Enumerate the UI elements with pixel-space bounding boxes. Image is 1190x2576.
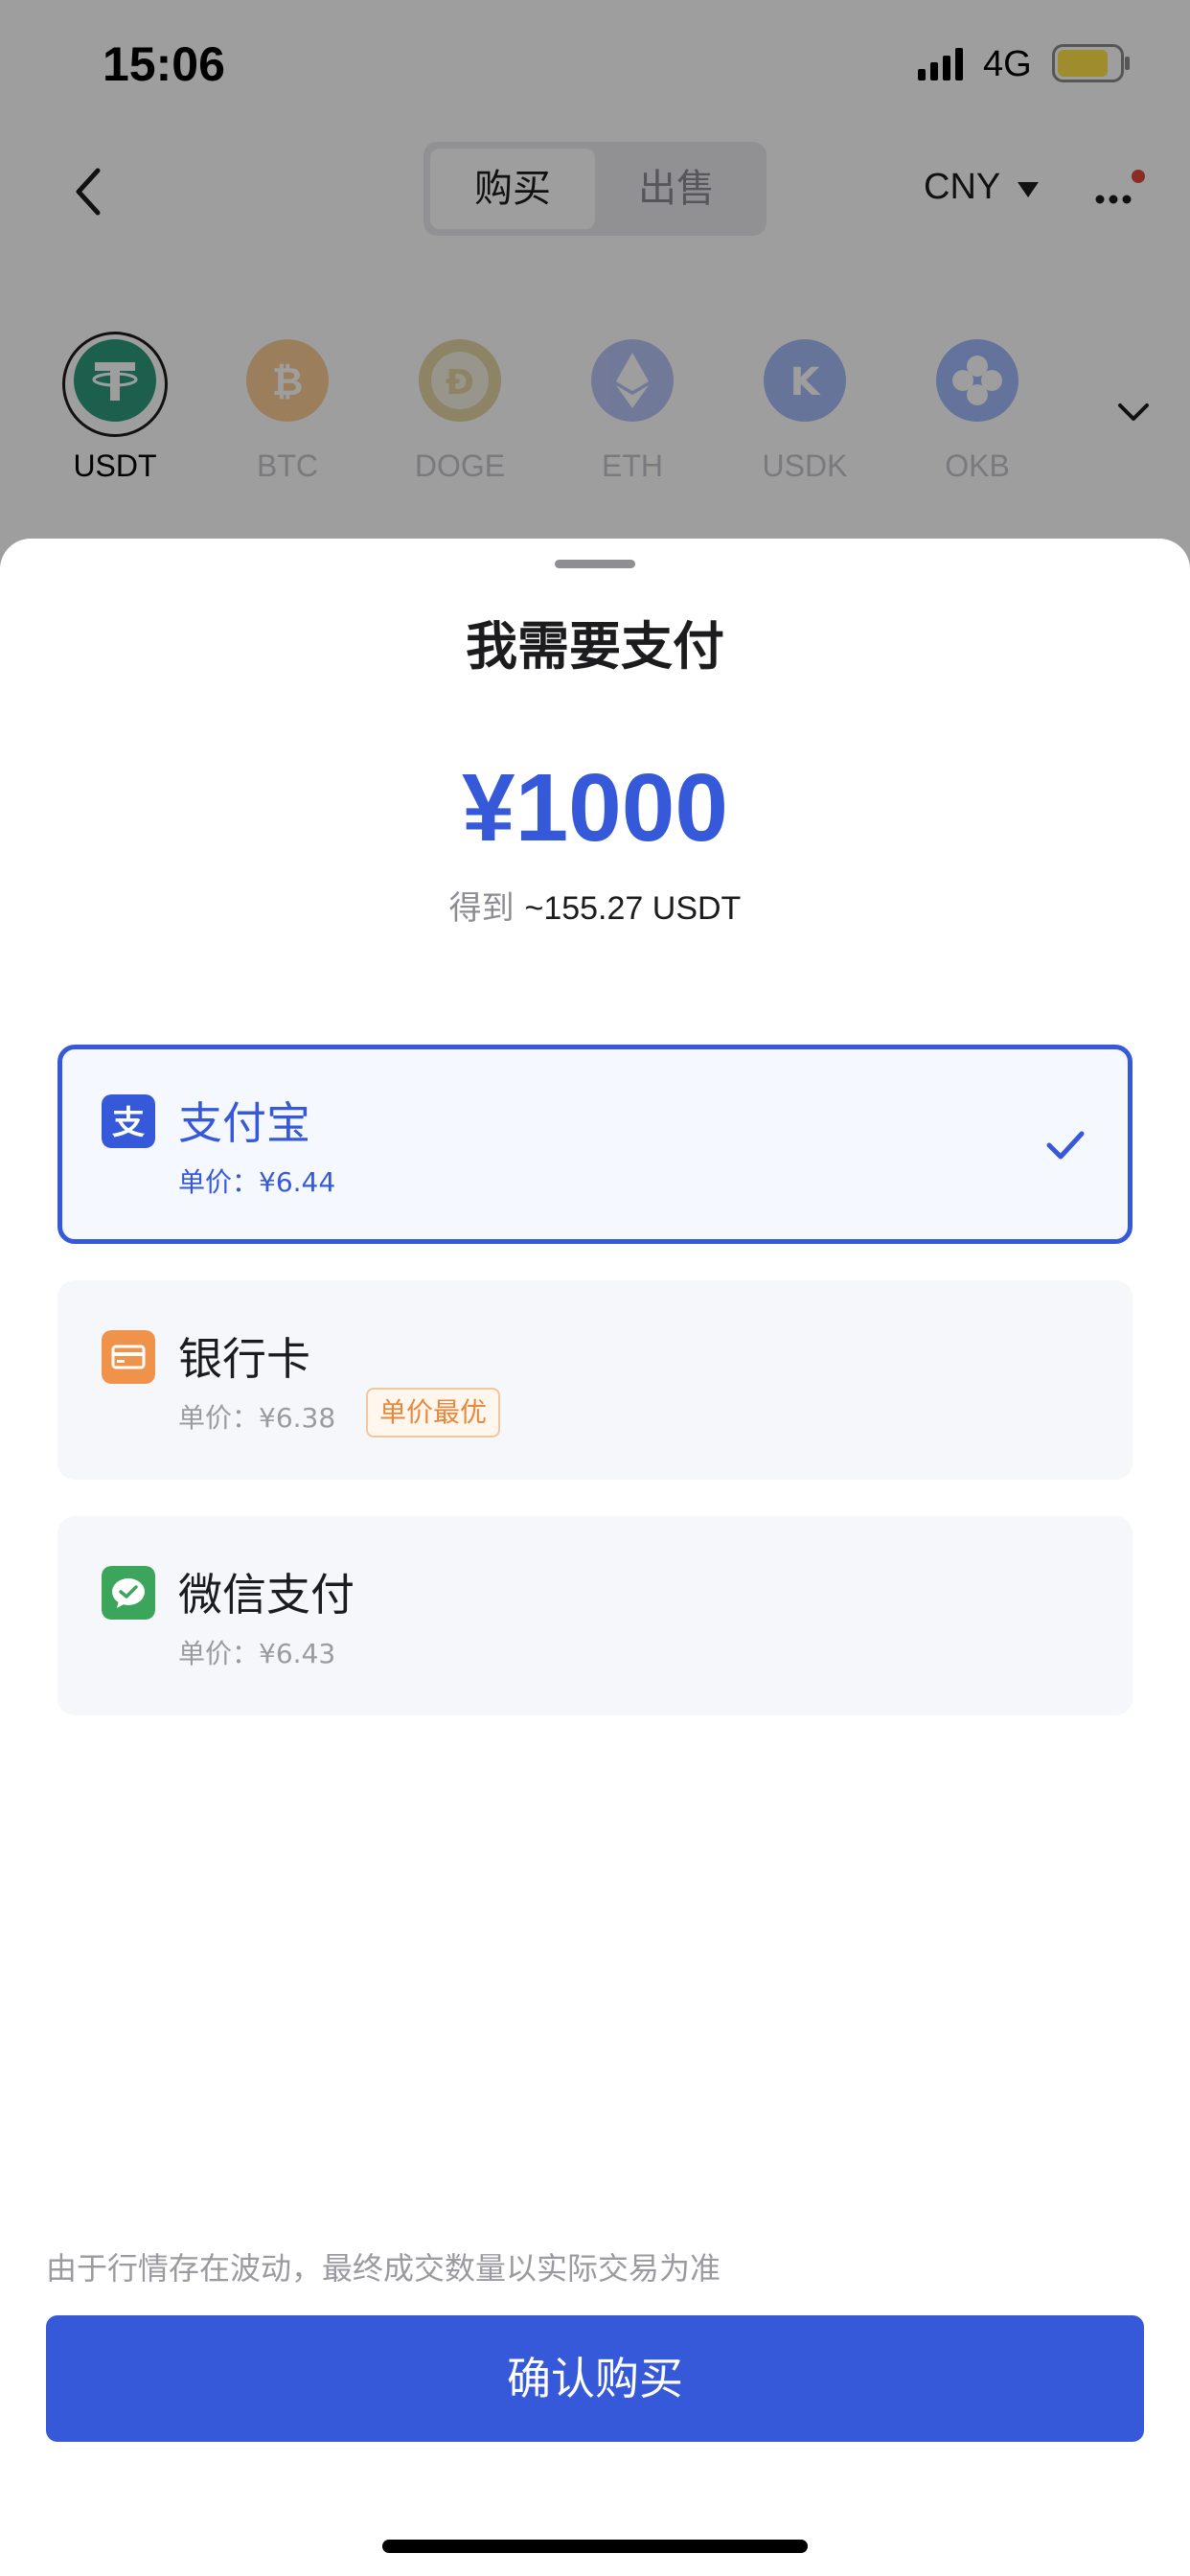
pay-amount: ¥1000 bbox=[461, 754, 729, 862]
payment-option-bank-card[interactable]: 银行卡 单价：¥6.38 单价最优 bbox=[57, 1280, 1133, 1480]
confirm-purchase-button[interactable]: 确认购买 bbox=[46, 2315, 1144, 2442]
receive-value: ~155.27 USDT bbox=[524, 890, 742, 927]
alipay-icon: 支 bbox=[102, 1094, 155, 1148]
payment-option-alipay[interactable]: 支 支付宝 单价：¥6.44 bbox=[57, 1045, 1133, 1244]
unit-price: 单价：¥6.44 bbox=[178, 1166, 336, 1198]
sheet-title: 我需要支付 bbox=[466, 616, 724, 677]
payment-bottom-sheet: 我需要支付 ¥1000 得到 ~155.27 USDT 支 支付宝 单价：¥6.… bbox=[0, 539, 1190, 2576]
bank-card-icon bbox=[102, 1330, 155, 1384]
receive-estimate: 得到 ~155.27 USDT bbox=[0, 882, 1190, 929]
svg-text:支: 支 bbox=[112, 1104, 145, 1142]
unit-price: 单价：¥6.38 bbox=[178, 1402, 336, 1434]
checkmark-icon bbox=[1046, 1131, 1085, 1160]
payment-name: 支付宝 bbox=[178, 1097, 310, 1149]
receive-prefix: 得到 bbox=[448, 889, 515, 928]
home-indicator[interactable] bbox=[382, 2540, 808, 2553]
price-fluctuation-disclaimer: 由于行情存在波动，最终成交数量以实际交易为准 bbox=[46, 2250, 721, 2287]
payment-name: 微信支付 bbox=[178, 1569, 355, 1621]
wechat-pay-icon bbox=[102, 1566, 155, 1620]
unit-price: 单价：¥6.43 bbox=[178, 1638, 336, 1669]
sheet-drag-handle[interactable] bbox=[555, 560, 635, 568]
payment-option-wechat-pay[interactable]: 微信支付 单价：¥6.43 bbox=[57, 1516, 1133, 1715]
payment-name: 银行卡 bbox=[178, 1333, 310, 1385]
best-price-badge: 单价最优 bbox=[366, 1388, 501, 1438]
